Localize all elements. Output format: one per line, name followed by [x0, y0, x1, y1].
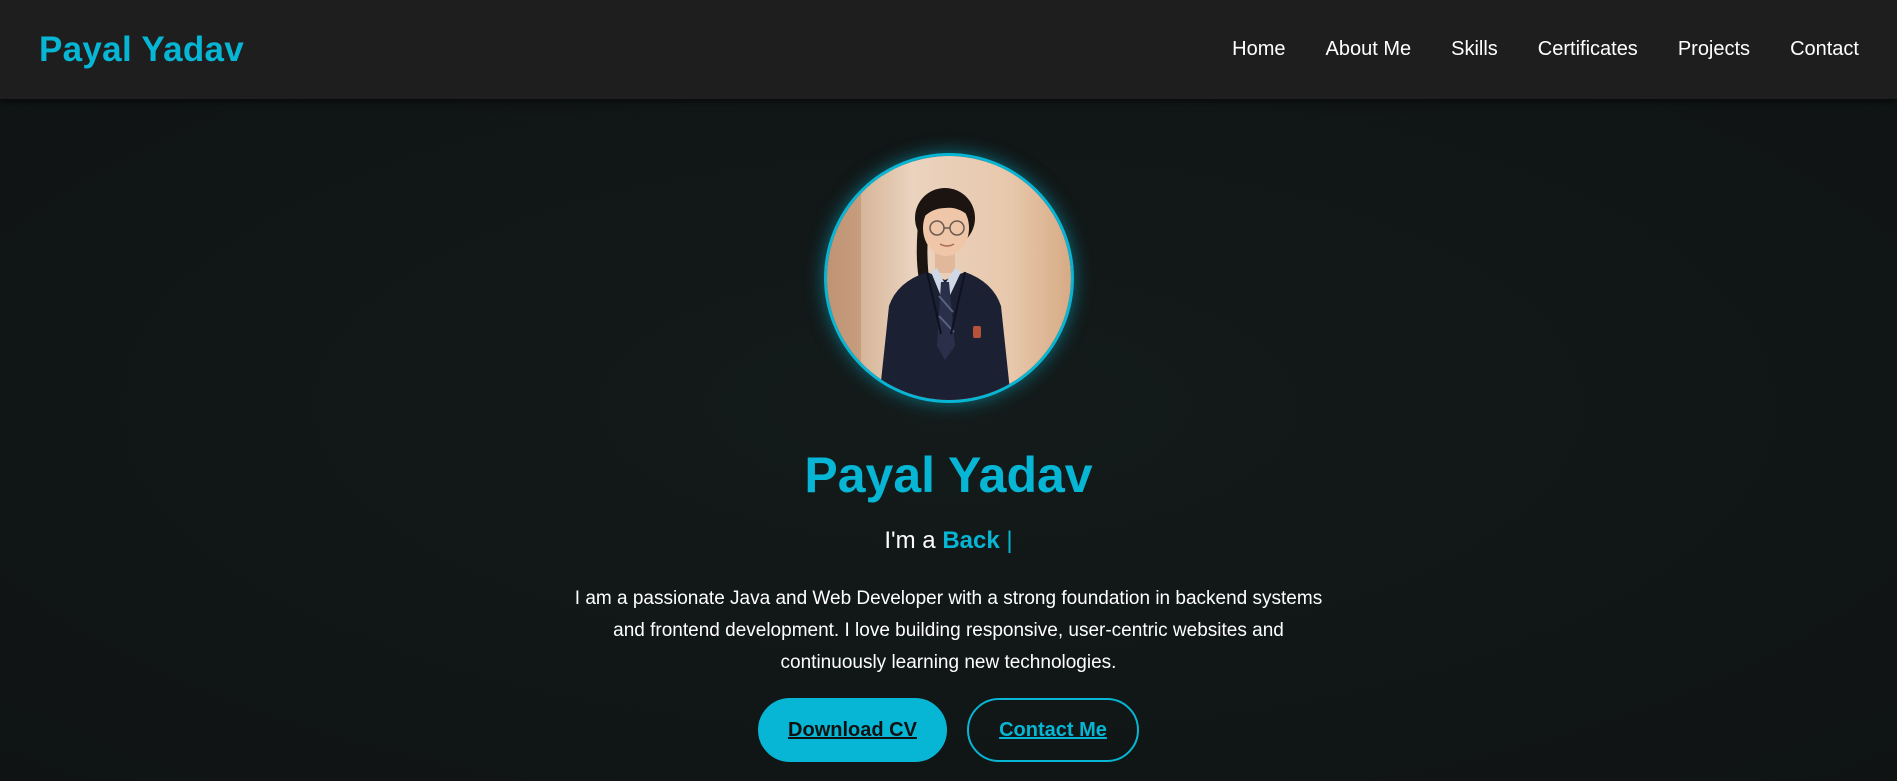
typing-word: Back	[942, 527, 1000, 554]
brand-logo[interactable]: Payal Yadav	[39, 30, 244, 70]
navbar: Payal Yadav Home About Me Skills Certifi…	[0, 0, 1897, 99]
nav-contact[interactable]: Contact	[1790, 38, 1859, 61]
hero-name: Payal Yadav	[804, 447, 1093, 503]
hero-bio: I am a passionate Java and Web Developer…	[574, 588, 1323, 673]
profile-photo	[824, 153, 1074, 403]
nav-projects[interactable]: Projects	[1678, 38, 1750, 61]
download-cv-button[interactable]: Download CV	[758, 698, 947, 762]
nav-about-me[interactable]: About Me	[1326, 38, 1412, 61]
nav-skills[interactable]: Skills	[1451, 38, 1498, 61]
nav-home[interactable]: Home	[1232, 38, 1285, 61]
nav-links: Home About Me Skills Certificates Projec…	[1232, 38, 1859, 61]
hero-section: Payal Yadav I'm a Back | I am a passiona…	[0, 99, 1897, 781]
profile-photo-illustration	[827, 156, 1071, 400]
contact-me-button[interactable]: Contact Me	[967, 698, 1139, 762]
nav-certificates[interactable]: Certificates	[1538, 38, 1638, 61]
typing-prefix: I'm a	[884, 527, 943, 554]
typing-cursor: |	[999, 527, 1013, 554]
typing-tagline: I'm a Back |	[0, 527, 1897, 555]
